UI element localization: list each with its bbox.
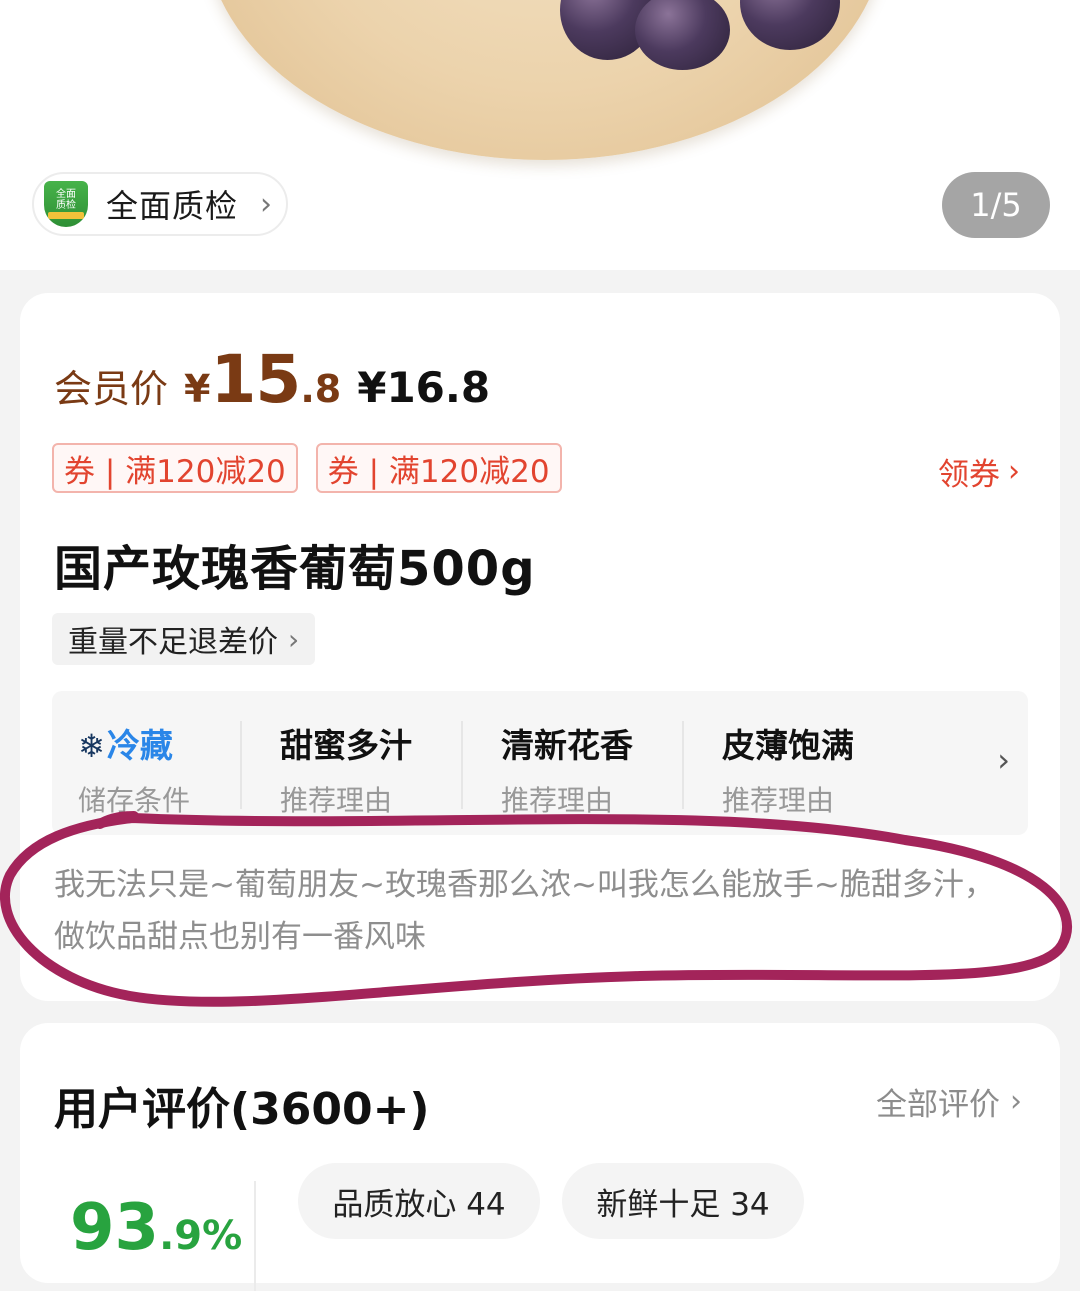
member-price-decimal: .8: [300, 367, 342, 411]
coupon-list: 券 | 满120减20 券 | 满120减20: [52, 443, 562, 493]
currency-symbol: ¥: [184, 367, 211, 411]
review-tag-chip[interactable]: 新鲜十足 34: [562, 1163, 804, 1239]
divider: [254, 1181, 256, 1291]
product-info-card: 会员价 ¥ 15 .8 ¥16.8 券 | 满120减20 券 | 满120减2…: [20, 293, 1060, 1001]
reviews-title: 用户评价(3600+): [54, 1084, 430, 1135]
feature-subtitle: 储存条件: [78, 784, 191, 817]
quality-shield-icon: 全面 质检: [44, 181, 88, 227]
positive-rate-integer: 93: [70, 1191, 160, 1265]
feature-title: 甜蜜多汁: [280, 726, 412, 765]
feature-subtitle: 推荐理由: [501, 784, 614, 817]
feature-reason: 甜蜜多汁 推荐理由: [240, 691, 461, 835]
get-coupon-label: 领券: [938, 457, 1000, 493]
chevron-right-icon: ›: [260, 186, 273, 222]
product-description: 我无法只是~葡萄朋友~玫瑰香那么浓~叫我怎么能放手~脆甜多汁，做饮品甜点也别有一…: [54, 867, 995, 955]
feature-title: 皮薄饱满: [722, 726, 854, 765]
chevron-right-icon: ›: [288, 622, 300, 656]
user-reviews-card: 用户评价(3600+) 全部评价 › 93.9% 品质放心 44 新鲜十足 34: [20, 1023, 1060, 1291]
all-reviews-link[interactable]: 全部评价 ›: [876, 1079, 1022, 1124]
feature-storage: ❄冷藏 储存条件: [52, 691, 240, 835]
positive-rate-decimal: .9%: [159, 1213, 243, 1259]
feature-subtitle: 推荐理由: [280, 784, 393, 817]
image-page-indicator: 1/5: [942, 172, 1050, 238]
chevron-right-icon: ›: [1008, 454, 1020, 489]
product-title: 国产玫瑰香葡萄500g: [54, 541, 536, 597]
feature-title: 清新花香: [501, 726, 633, 765]
product-image-carousel[interactable]: 全面 质检 全面质检 › 1/5: [0, 0, 1080, 270]
feature-strip[interactable]: ❄冷藏 储存条件 甜蜜多汁 推荐理由 清新花香 推荐理由 皮薄饱满 推荐理由 ›: [52, 691, 1028, 835]
feature-reason: 皮薄饱满 推荐理由: [682, 691, 903, 835]
quality-check-button[interactable]: 全面 质检 全面质检 ›: [32, 172, 288, 236]
feature-title: 冷藏: [106, 726, 173, 765]
member-price-integer: 15: [210, 341, 301, 418]
original-price: ¥16.8: [357, 363, 491, 412]
chevron-right-icon: ›: [1010, 1084, 1022, 1119]
quality-check-label: 全面质检: [106, 187, 239, 225]
snowflake-icon: ❄: [78, 727, 105, 765]
feature-subtitle: 推荐理由: [722, 784, 835, 817]
weight-refund-tag[interactable]: 重量不足退差价 ›: [52, 613, 316, 665]
feature-reason: 清新花香 推荐理由: [461, 691, 682, 835]
price-row: 会员价 ¥ 15 .8 ¥16.8: [54, 341, 490, 418]
get-coupon-button[interactable]: 领券 ›: [938, 449, 1020, 494]
member-price-label: 会员价: [54, 367, 169, 411]
coupon-tag[interactable]: 券 | 满120减20: [315, 443, 562, 493]
chevron-right-icon: ›: [997, 741, 1010, 779]
positive-rate: 93.9%: [70, 1191, 242, 1265]
coupon-tag[interactable]: 券 | 满120减20: [52, 443, 298, 493]
all-reviews-label: 全部评价: [876, 1087, 1000, 1123]
weight-refund-label: 重量不足退差价: [68, 625, 278, 660]
review-tag-chip[interactable]: 品质放心 44: [298, 1163, 540, 1239]
